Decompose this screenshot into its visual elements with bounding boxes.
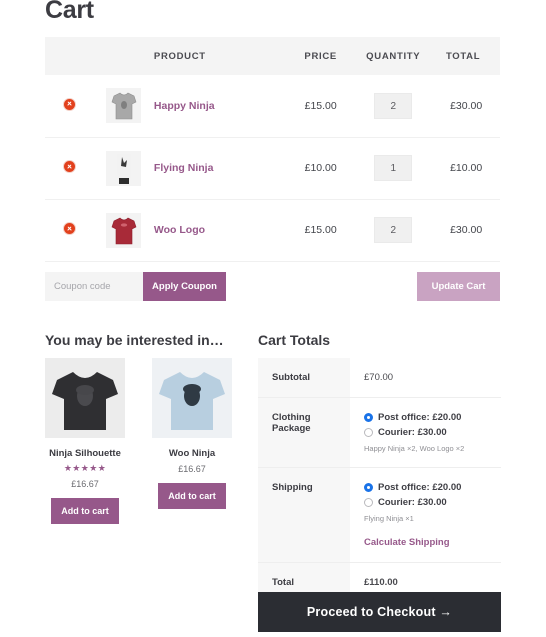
col-remove: [45, 37, 94, 75]
cell-thumbnail: [94, 137, 154, 200]
cell-product: Flying Ninja: [153, 137, 288, 200]
update-cart-button[interactable]: Update Cart: [417, 272, 500, 301]
quantity-input-happy-ninja[interactable]: 2: [374, 92, 413, 119]
table-row: Flying Ninja £10.00 1 £10.00: [45, 137, 500, 200]
cell-remove: [45, 137, 94, 200]
shipping-option-label[interactable]: Post office: £20.00: [378, 412, 461, 423]
shipping-options: Post office: £20.00 Courier: £30.00 Flyi…: [350, 467, 501, 563]
cell-total: £30.00: [432, 199, 500, 262]
table-row: Happy Ninja £15.00 2 £30.00: [45, 75, 500, 138]
product-link-flying-ninja[interactable]: Flying Ninja: [154, 162, 214, 174]
shipping-option-label[interactable]: Post office: £20.00: [378, 482, 461, 493]
cell-price: £15.00: [287, 75, 355, 138]
product-price: £16.67: [178, 464, 206, 474]
cell-quantity: 2: [354, 75, 433, 138]
light-blue-tshirt-icon: [159, 372, 225, 430]
product-link-happy-ninja[interactable]: Happy Ninja: [154, 100, 215, 112]
shipping-option-label[interactable]: Courier: £30.00: [378, 497, 447, 508]
shipping-label: Shipping: [258, 467, 350, 563]
add-to-cart-button-ninja-silhouette[interactable]: Add to cart: [51, 498, 119, 524]
add-to-cart-button-woo-ninja[interactable]: Add to cart: [158, 483, 226, 509]
radio-post-office-clothing-icon[interactable]: [364, 413, 373, 422]
table-row: Woo Logo £15.00 2 £30.00: [45, 199, 500, 262]
remove-item-icon[interactable]: [63, 222, 76, 235]
apply-coupon-button[interactable]: Apply Coupon: [143, 272, 226, 301]
cell-product: Woo Logo: [153, 199, 288, 262]
product-thumbnail-flying-ninja[interactable]: [106, 150, 142, 186]
shipping-option[interactable]: Post office: £20.00: [364, 412, 491, 423]
product-thumbnail-woo-logo[interactable]: [106, 212, 142, 248]
radio-courier-clothing-icon[interactable]: [364, 428, 373, 437]
cell-quantity: 2: [354, 199, 433, 262]
product-name: Woo Ninja: [168, 448, 216, 459]
remove-item-icon[interactable]: [63, 97, 76, 111]
list-item: Woo Ninja £16.67 Add to cart: [152, 358, 232, 509]
product-image-woo-ninja[interactable]: [152, 358, 232, 438]
cell-product: Happy Ninja: [153, 75, 288, 138]
product-image-ninja-silhouette[interactable]: [45, 358, 125, 438]
col-product: PRODUCT: [153, 37, 288, 75]
product-link-woo-logo[interactable]: Woo Logo: [154, 224, 205, 236]
cart-totals-heading: Cart Totals: [258, 332, 331, 348]
cell-remove: [45, 199, 94, 262]
red-tshirt-icon: [111, 217, 137, 244]
subtotal-value: £70.00: [350, 358, 501, 398]
cell-total: £10.00: [432, 137, 500, 200]
quantity-input-flying-ninja[interactable]: 1: [374, 155, 413, 181]
cart-totals-table: Subtotal £70.00 Clothing Package Post of…: [258, 358, 501, 602]
col-thumbnail: [94, 37, 154, 75]
cell-price: £15.00: [287, 199, 355, 262]
shipping-option[interactable]: Post office: £20.00: [364, 482, 491, 493]
shipping-option[interactable]: Courier: £30.00: [364, 427, 491, 438]
cell-total: £30.00: [432, 75, 500, 138]
cart-table: PRODUCT PRICE QUANTITY TOTAL Happy Ninja…: [45, 37, 500, 262]
cart-page: Cart PRODUCT PRICE QUANTITY TOTAL Happy …: [0, 0, 546, 637]
product-thumbnail-happy-ninja[interactable]: [106, 88, 142, 124]
cell-quantity: 1: [354, 137, 433, 200]
clothing-package-options: Post office: £20.00 Courier: £30.00 Happ…: [350, 397, 501, 468]
coupon-row: Apply Coupon Update Cart: [45, 272, 500, 301]
product-price: £16.67: [71, 479, 99, 489]
page-title: Cart: [45, 0, 94, 24]
cell-thumbnail: [94, 75, 154, 138]
col-price: PRICE: [287, 37, 355, 75]
star-rating-icon: ★★★★★: [63, 463, 107, 473]
white-tshirt-icon: [116, 153, 131, 184]
clothing-package-label: Clothing Package: [258, 397, 350, 468]
radio-post-office-shipping-icon[interactable]: [364, 483, 373, 492]
grey-tshirt-icon: [111, 93, 137, 120]
shipping-option[interactable]: Courier: £30.00: [364, 497, 491, 508]
calculate-shipping-link[interactable]: Calculate Shipping: [364, 537, 450, 548]
cell-thumbnail: [94, 199, 154, 262]
proceed-to-checkout-button[interactable]: Proceed to Checkout →: [258, 592, 501, 632]
radio-courier-shipping-icon[interactable]: [364, 498, 373, 507]
col-quantity: QUANTITY: [354, 37, 433, 75]
coupon-code-input[interactable]: [45, 272, 143, 301]
totals-row-subtotal: Subtotal £70.00: [258, 358, 501, 398]
cart-table-header-row: PRODUCT PRICE QUANTITY TOTAL: [45, 37, 500, 75]
shipping-option-label[interactable]: Courier: £30.00: [378, 427, 447, 438]
black-tshirt-icon: [52, 372, 118, 430]
clothing-package-items: Happy Ninja ×2, Woo Logo ×2: [364, 444, 465, 453]
totals-row-clothing-package: Clothing Package Post office: £20.00 Cou…: [258, 397, 501, 468]
cell-price: £10.00: [287, 137, 355, 200]
quantity-input-woo-logo[interactable]: 2: [374, 217, 413, 243]
remove-item-icon[interactable]: [63, 160, 76, 173]
product-name: Ninja Silhouette: [49, 448, 121, 459]
list-item: Ninja Silhouette ★★★★★ £16.67 Add to car…: [45, 358, 125, 524]
cell-remove: [45, 75, 94, 138]
related-products-heading: You may be interested in…: [45, 332, 224, 348]
totals-row-shipping: Shipping Post office: £20.00 Courier: £3…: [258, 467, 501, 563]
shipping-items: Flying Ninja ×1: [364, 514, 414, 523]
subtotal-label: Subtotal: [258, 358, 350, 398]
col-total: TOTAL: [432, 37, 500, 75]
